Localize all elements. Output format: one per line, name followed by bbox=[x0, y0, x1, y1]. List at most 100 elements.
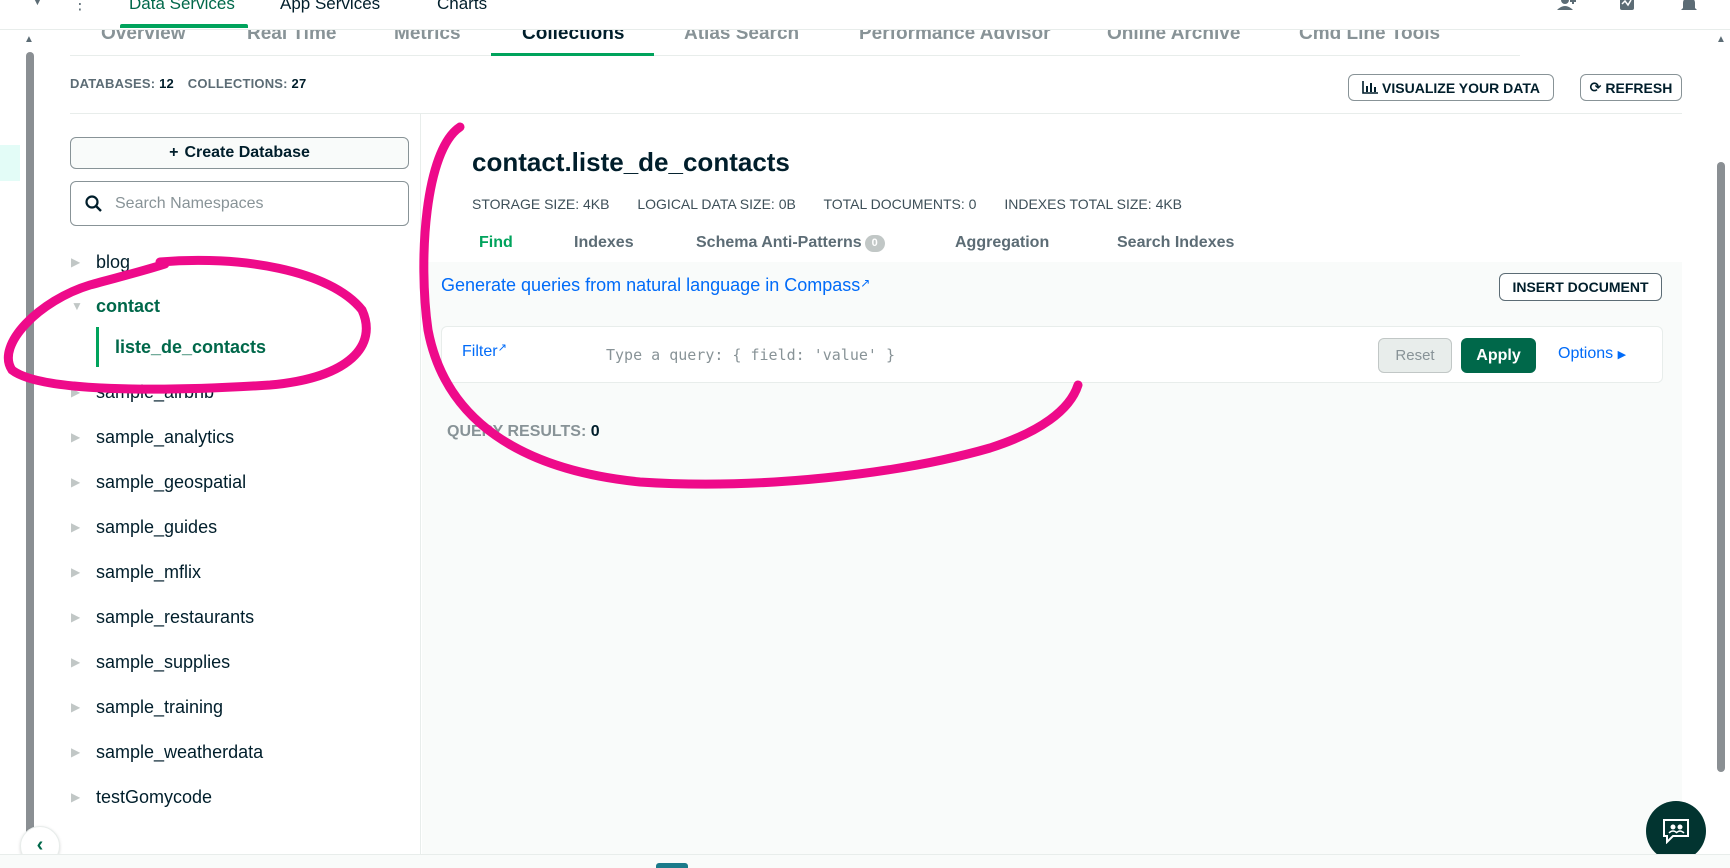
search-placeholder: Search Namespaces bbox=[115, 194, 264, 212]
chat-icon bbox=[1663, 819, 1689, 844]
right-scrollbar[interactable]: ▲ bbox=[1714, 32, 1728, 842]
database-item-sample-restaurants[interactable]: ▶ sample_restaurants bbox=[70, 597, 410, 637]
scroll-up-icon[interactable]: ▲ bbox=[1716, 34, 1726, 45]
database-label: sample_airbnb bbox=[96, 381, 215, 402]
refresh-button[interactable]: ⟳ REFRESH bbox=[1580, 74, 1682, 101]
apply-button[interactable]: Apply bbox=[1461, 338, 1536, 373]
taskbar-strip bbox=[0, 854, 1730, 868]
refresh-label: REFRESH bbox=[1605, 79, 1673, 96]
tab-schema-label: Schema Anti-Patterns bbox=[696, 234, 862, 251]
collection-stats: STORAGE SIZE: 4KB LOGICAL DATA SIZE: 0B … bbox=[472, 196, 1206, 212]
caret-right-icon: ▶ bbox=[71, 610, 81, 624]
database-label: sample_analytics bbox=[96, 426, 235, 447]
database-item-sample-mflix[interactable]: ▶ sample_mflix bbox=[70, 552, 410, 592]
database-item-contact[interactable]: ▼ contact bbox=[70, 286, 410, 326]
databases-label: DATABASES: bbox=[70, 76, 156, 91]
database-item-sample-training[interactable]: ▶ sample_training bbox=[70, 687, 410, 727]
caret-right-icon: ▶ bbox=[71, 565, 81, 579]
tab-aggregation[interactable]: Aggregation bbox=[955, 234, 1049, 252]
tab-charts[interactable]: Charts bbox=[437, 0, 487, 14]
notifications-bell-icon[interactable] bbox=[1678, 0, 1700, 14]
tab-app-services[interactable]: App Services bbox=[280, 0, 380, 14]
caret-down-icon: ▼ bbox=[71, 299, 83, 313]
create-database-button[interactable]: + Create Database bbox=[70, 137, 409, 169]
storage-size-value: 4KB bbox=[583, 196, 610, 212]
scrollbar-thumb[interactable] bbox=[26, 52, 34, 842]
database-item-testgomycode[interactable]: ▶ testGomycode bbox=[70, 777, 410, 817]
active-subtab-indicator bbox=[491, 53, 654, 56]
left-scrollbar[interactable]: ▲ bbox=[22, 32, 36, 842]
external-link-icon: ↗ bbox=[497, 342, 507, 354]
database-item-sample-geospatial[interactable]: ▶ sample_geospatial bbox=[70, 462, 410, 502]
search-namespaces-input[interactable]: Search Namespaces bbox=[70, 181, 409, 226]
database-label: testGomycode bbox=[96, 786, 213, 807]
database-label: sample_geospatial bbox=[96, 471, 247, 492]
storage-size-label: STORAGE SIZE: bbox=[472, 196, 580, 212]
databases-count: 12 bbox=[159, 76, 174, 91]
database-item-sample-analytics[interactable]: ▶ sample_analytics bbox=[70, 417, 410, 457]
support-chat-button[interactable] bbox=[1646, 801, 1706, 861]
chevron-left-icon: ‹ bbox=[36, 834, 44, 856]
logical-size-value: 0B bbox=[778, 196, 796, 212]
caret-right-icon: ▶ bbox=[71, 385, 81, 399]
filter-link[interactable]: Filter↗ bbox=[462, 341, 507, 361]
tab-indexes[interactable]: Indexes bbox=[574, 234, 634, 252]
total-docs-value: 0 bbox=[968, 196, 977, 212]
bar-chart-icon bbox=[1362, 81, 1379, 94]
caret-right-icon: ▶ bbox=[71, 700, 81, 714]
reset-button[interactable]: Reset bbox=[1378, 338, 1452, 373]
tab-find[interactable]: Find bbox=[479, 234, 513, 252]
database-item-sample-supplies[interactable]: ▶ sample_supplies bbox=[70, 642, 410, 682]
taskbar-marker bbox=[656, 863, 688, 868]
database-label: sample_mflix bbox=[96, 561, 202, 582]
database-label: sample_training bbox=[96, 696, 224, 717]
scrollbar-thumb[interactable] bbox=[1717, 162, 1725, 772]
indexes-size-value: 4KB bbox=[1155, 196, 1183, 212]
query-filter-bar: Filter↗ Type a query: { field: 'value' }… bbox=[441, 326, 1663, 383]
collections-count: 27 bbox=[291, 76, 307, 91]
tab-search-indexes[interactable]: Search Indexes bbox=[1117, 234, 1234, 252]
top-nav: ▼ ⋮ Data Services App Services Charts bbox=[0, 0, 1730, 30]
database-item-sample-airbnb[interactable]: ▶ sample_airbnb bbox=[70, 372, 410, 412]
create-database-label: Create Database bbox=[184, 144, 310, 161]
external-link-icon: ↗ bbox=[860, 276, 871, 290]
database-item-blog[interactable]: ▶ blog bbox=[70, 242, 410, 282]
caret-right-icon: ▶ bbox=[71, 475, 81, 489]
logical-size-label: LOGICAL DATA SIZE: bbox=[637, 196, 775, 212]
compass-nl-query-link[interactable]: Generate queries from natural language i… bbox=[441, 275, 870, 296]
scroll-up-icon[interactable]: ▲ bbox=[24, 34, 34, 45]
results-value: 0 bbox=[590, 423, 600, 440]
namespace-title: contact.liste_de_contacts bbox=[472, 147, 790, 177]
activity-feed-icon[interactable] bbox=[1618, 0, 1640, 14]
schema-count-badge: 0 bbox=[864, 235, 885, 252]
active-tab-indicator bbox=[120, 24, 248, 28]
total-docs-label: TOTAL DOCUMENTS: bbox=[823, 196, 965, 212]
collection-item-liste-de-contacts[interactable]: liste_de_contacts bbox=[96, 327, 410, 367]
caret-right-icon: ▶ bbox=[71, 745, 81, 759]
invite-user-icon[interactable] bbox=[1556, 0, 1578, 14]
database-label: sample_weatherdata bbox=[96, 741, 264, 762]
query-input[interactable]: Type a query: { field: 'value' } bbox=[606, 346, 895, 364]
database-item-sample-weatherdata[interactable]: ▶ sample_weatherdata bbox=[70, 732, 410, 772]
options-toggle[interactable]: Options ▶ bbox=[1558, 345, 1626, 363]
cluster-stats: DATABASES: 12 COLLECTIONS: 27 bbox=[70, 76, 316, 91]
database-label: sample_guides bbox=[96, 516, 218, 537]
caret-right-icon: ▶ bbox=[71, 790, 81, 804]
tab-schema-anti-patterns[interactable]: Schema Anti-Patterns 0 bbox=[696, 234, 885, 252]
caret-right-icon: ▶ bbox=[71, 430, 81, 444]
refresh-icon: ⟳ bbox=[1589, 79, 1602, 95]
caret-right-icon: ▶ bbox=[71, 255, 81, 269]
visualize-data-button[interactable]: VISUALIZE YOUR DATA bbox=[1348, 74, 1554, 101]
more-options-icon[interactable]: ⋮ bbox=[72, 0, 88, 14]
query-results-count: QUERY RESULTS: 0 bbox=[447, 423, 600, 441]
database-label: blog bbox=[96, 251, 131, 272]
compass-link-label: Generate queries from natural language i… bbox=[441, 275, 861, 295]
namespace-sidebar: + Create Database Search Namespaces ▶ blo… bbox=[70, 114, 421, 854]
collections-label: COLLECTIONS: bbox=[187, 76, 288, 91]
caret-down-icon[interactable]: ▼ bbox=[32, 0, 43, 8]
tab-data-services[interactable]: Data Services bbox=[129, 0, 235, 14]
database-label: sample_supplies bbox=[96, 651, 231, 672]
database-item-sample-guides[interactable]: ▶ sample_guides bbox=[70, 507, 410, 547]
insert-document-button[interactable]: INSERT DOCUMENT bbox=[1499, 273, 1662, 301]
caret-right-icon: ▶ bbox=[1617, 349, 1627, 361]
